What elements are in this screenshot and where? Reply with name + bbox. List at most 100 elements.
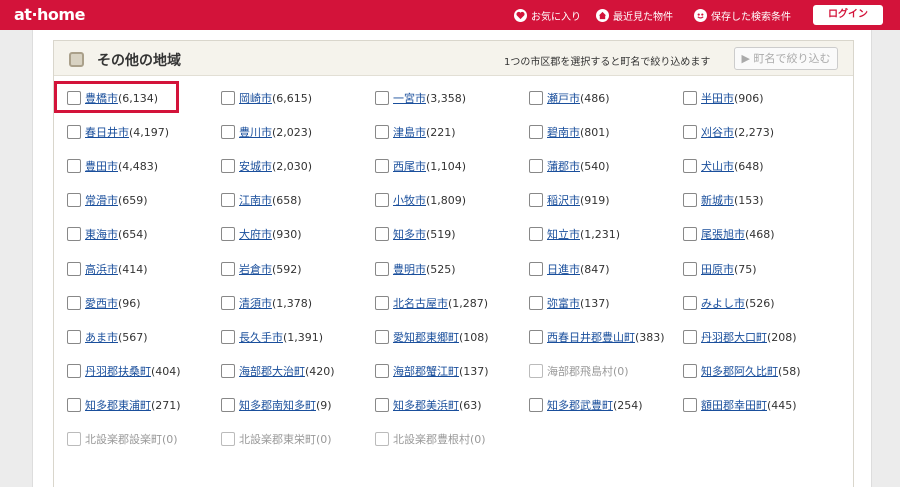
city-name[interactable]: 知多郡南知多町 [239,399,316,412]
city-option[interactable]: 北名古屋市(1,287) [375,293,488,313]
city-option[interactable]: 安城市(2,030) [221,156,312,176]
city-name[interactable]: 安城市 [239,160,272,173]
city-option[interactable]: 弥富市(137) [529,293,610,313]
athome-logo[interactable]: at·home [14,5,85,24]
login-button[interactable]: ログイン [813,5,883,25]
city-option[interactable]: みよし市(526) [683,293,775,313]
city-name[interactable]: 西春日井郡豊山町 [547,331,635,344]
city-checkbox[interactable] [375,125,389,140]
select-all-checkbox[interactable] [69,52,84,67]
city-checkbox[interactable] [375,227,389,242]
city-checkbox[interactable] [221,125,235,140]
city-checkbox[interactable] [221,363,235,378]
city-option[interactable]: 愛知郡東郷町(108) [375,327,489,347]
city-option[interactable]: 長久手市(1,391) [221,327,323,347]
city-name[interactable]: 半田市 [701,92,734,105]
city-name[interactable]: 稲沢市 [547,194,580,207]
city-name[interactable]: 東海市 [85,228,118,241]
city-checkbox[interactable] [683,125,697,140]
city-name[interactable]: 津島市 [393,126,426,139]
city-option[interactable]: 豊川市(2,023) [221,122,312,142]
city-name[interactable]: 清須市 [239,297,272,310]
city-checkbox[interactable] [529,261,543,276]
city-checkbox[interactable] [683,329,697,344]
city-checkbox[interactable] [683,397,697,412]
city-checkbox[interactable] [221,91,235,105]
city-option[interactable]: 豊田市(4,483) [67,156,158,176]
favorites-link[interactable]: お気に入り [514,8,581,23]
city-option[interactable]: 小牧市(1,809) [375,190,466,210]
city-option[interactable]: 岩倉市(592) [221,259,302,279]
city-option[interactable]: 高浜市(414) [67,259,148,279]
city-option[interactable]: 刈谷市(2,273) [683,122,774,142]
city-option[interactable]: 知立市(1,231) [529,224,620,244]
city-checkbox[interactable] [67,193,81,208]
city-name[interactable]: 新城市 [701,194,734,207]
city-name[interactable]: 北名古屋市 [393,297,448,310]
city-name[interactable]: 日進市 [547,263,580,276]
city-option[interactable]: 碧南市(801) [529,122,610,142]
city-option[interactable]: 知多郡南知多町(9) [221,395,332,415]
city-checkbox[interactable] [221,295,235,310]
city-option[interactable]: 海部郡大治町(420) [221,361,335,381]
city-option[interactable]: 知多郡阿久比町(58) [683,361,801,381]
city-name[interactable]: 海部郡蟹江町 [393,365,459,378]
city-name[interactable]: 春日井市 [85,126,129,139]
city-name[interactable]: みよし市 [701,297,745,310]
city-checkbox[interactable] [221,227,235,242]
city-checkbox[interactable] [375,193,389,208]
city-name[interactable]: 尾張旭市 [701,228,745,241]
city-name[interactable]: 高浜市 [85,263,118,276]
city-option[interactable]: 知多市(519) [375,224,456,244]
city-option[interactable]: 稲沢市(919) [529,190,610,210]
city-name[interactable]: 小牧市 [393,194,426,207]
city-option[interactable]: 丹羽郡扶桑町(404) [67,361,181,381]
city-checkbox[interactable] [529,91,543,105]
city-checkbox[interactable] [221,159,235,174]
city-name[interactable]: 豊明市 [393,263,426,276]
city-name[interactable]: 刈谷市 [701,126,734,139]
city-name[interactable]: 碧南市 [547,126,580,139]
city-name[interactable]: 常滑市 [85,194,118,207]
city-checkbox[interactable] [529,159,543,174]
city-option[interactable]: 丹羽郡大口町(208) [683,327,797,347]
narrow-by-town-button[interactable]: ▶ 町名で絞り込む [734,47,838,70]
city-checkbox[interactable] [67,227,81,242]
city-name[interactable]: 瀬戸市 [547,92,580,105]
city-name[interactable]: 知多郡阿久比町 [701,365,778,378]
city-name[interactable]: 愛西市 [85,297,118,310]
city-name[interactable]: 江南市 [239,194,272,207]
city-name[interactable]: 大府市 [239,228,272,241]
city-option[interactable]: 知多郡武豊町(254) [529,395,643,415]
recent-viewed-link[interactable]: 最近見た物件 [596,8,673,23]
saved-search-link[interactable]: 保存した検索条件 [694,8,791,23]
city-name[interactable]: あま市 [85,331,118,344]
city-name[interactable]: 知多郡東浦町 [85,399,151,412]
city-option[interactable]: 田原市(75) [683,259,757,279]
city-name[interactable]: 岩倉市 [239,263,272,276]
city-name[interactable]: 長久手市 [239,331,283,344]
city-checkbox[interactable] [683,91,697,105]
city-checkbox[interactable] [375,363,389,378]
city-option[interactable]: 蒲郡市(540) [529,156,610,176]
city-option[interactable]: 日進市(847) [529,259,610,279]
city-option[interactable]: 額田郡幸田町(445) [683,395,797,415]
city-checkbox[interactable] [529,193,543,208]
city-option[interactable]: 岡崎市(6,615) [221,88,312,108]
city-name[interactable]: 額田郡幸田町 [701,399,767,412]
city-option[interactable]: 半田市(906) [683,88,764,108]
city-name[interactable]: 丹羽郡扶桑町 [85,365,151,378]
city-checkbox[interactable] [375,295,389,310]
city-name[interactable]: 西尾市 [393,160,426,173]
city-name[interactable]: 知多市 [393,228,426,241]
city-checkbox[interactable] [375,329,389,344]
city-checkbox[interactable] [683,159,697,174]
city-checkbox[interactable] [529,125,543,140]
city-option[interactable]: 一宮市(3,358) [375,88,466,108]
city-option[interactable]: 瀬戸市(486) [529,88,610,108]
city-checkbox[interactable] [67,261,81,276]
city-option[interactable]: あま市(567) [67,327,148,347]
city-checkbox[interactable] [67,295,81,310]
city-checkbox[interactable] [221,329,235,344]
city-option[interactable]: 春日井市(4,197) [67,122,169,142]
